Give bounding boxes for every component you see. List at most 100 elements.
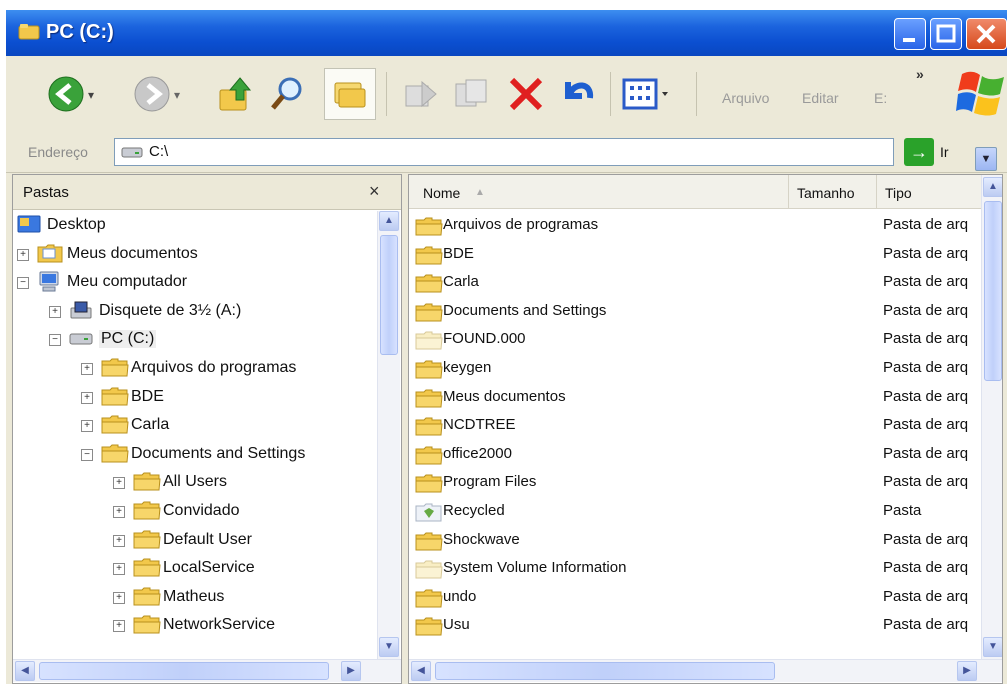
close-button[interactable]	[966, 18, 1007, 50]
standard-toolbar: ▾ ▾ Arquivo Editar E: »	[6, 56, 1007, 133]
scroll-thumb[interactable]	[380, 235, 398, 355]
explorer-window: PC (C:) ▾ ▾ Arquivo Editar E: » Endereço…	[6, 10, 1007, 684]
address-dropdown-button[interactable]: ▼	[975, 147, 997, 171]
minimize-button[interactable]	[894, 18, 926, 50]
go-label[interactable]: Ir	[940, 144, 949, 160]
delete-button[interactable]	[506, 74, 546, 114]
tree-item[interactable]: Desktop	[13, 211, 377, 239]
column-header-size[interactable]: Tamanho	[789, 175, 877, 209]
tree-item[interactable]: + Carla	[13, 411, 377, 439]
go-button[interactable]: →	[904, 138, 934, 166]
folder-icon	[415, 302, 443, 322]
copy-to-button[interactable]	[452, 74, 492, 114]
expand-icon[interactable]: +	[81, 363, 93, 375]
tree-item[interactable]: − Documents and Settings	[13, 440, 377, 468]
scroll-down-button[interactable]: ▼	[379, 637, 399, 657]
scroll-up-button[interactable]: ▲	[983, 177, 1002, 197]
column-header-name[interactable]: Nome ▲	[409, 175, 789, 209]
tree-item[interactable]: + BDE	[13, 383, 377, 411]
menu-overflow-chevron[interactable]: »	[916, 66, 924, 82]
tree-item[interactable]: − Meu computador	[13, 268, 377, 296]
tree-item[interactable]: + NetworkService	[13, 611, 377, 639]
forward-button[interactable]	[132, 74, 172, 114]
file-row[interactable]: undo Pasta de arq	[409, 583, 979, 611]
file-row[interactable]: keygen Pasta de arq	[409, 354, 979, 382]
scroll-right-button[interactable]: ▶	[341, 661, 361, 681]
file-row[interactable]: Recycled Pasta	[409, 497, 979, 525]
horizontal-scroll-thumb[interactable]	[39, 662, 329, 680]
file-row[interactable]: Carla Pasta de arq	[409, 268, 979, 296]
file-type: Pasta de arq	[883, 244, 969, 262]
expand-icon[interactable]: +	[17, 248, 29, 261]
tree-item[interactable]: + Matheus	[13, 583, 377, 611]
menu-editar[interactable]: Editar	[802, 90, 839, 106]
folders-button[interactable]	[324, 68, 376, 120]
collapse-icon[interactable]: −	[49, 334, 61, 347]
tree-item[interactable]: + Disquete de 3½ (A:)	[13, 297, 377, 325]
expand-icon[interactable]: +	[49, 305, 61, 318]
expand-icon[interactable]: +	[113, 591, 125, 604]
expand-icon[interactable]: +	[113, 506, 125, 518]
file-row[interactable]: BDE Pasta de arq	[409, 240, 979, 268]
folders-pane-close-button[interactable]: ×	[369, 181, 380, 202]
tree-item[interactable]: + Default User	[13, 526, 377, 554]
menu-exibir[interactable]: E:	[874, 90, 887, 106]
scroll-up-button[interactable]: ▲	[379, 211, 399, 231]
search-button[interactable]	[268, 74, 308, 114]
file-type: Pasta de arq	[883, 616, 969, 634]
file-type: Pasta de arq	[883, 473, 969, 491]
file-row[interactable]: Meus documentos Pasta de arq	[409, 383, 979, 411]
scroll-thumb[interactable]	[984, 201, 1002, 381]
tree-item[interactable]: + Convidado	[13, 497, 377, 525]
expand-icon[interactable]: +	[113, 534, 125, 547]
undo-button[interactable]	[558, 74, 598, 114]
back-dropdown[interactable]: ▾	[88, 88, 102, 128]
column-header-type[interactable]: Tipo	[877, 175, 983, 209]
file-type: Pasta de arq	[883, 387, 969, 405]
tree-item[interactable]: + Arquivos do programas	[13, 354, 377, 382]
address-value: C:\	[149, 143, 169, 160]
up-folder-button[interactable]	[216, 74, 256, 114]
expand-icon[interactable]: +	[113, 477, 125, 490]
address-input[interactable]: C:\ ▼	[114, 138, 997, 171]
file-type: Pasta de arq	[883, 416, 969, 434]
folders-horizontal-scrollbar[interactable]: ◀ ▶	[13, 659, 401, 682]
title-bar[interactable]: PC (C:)	[6, 10, 1007, 56]
file-row[interactable]: Program Files Pasta de arq	[409, 468, 979, 496]
expand-icon[interactable]: +	[81, 420, 93, 433]
folder-icon	[415, 616, 443, 636]
scroll-left-button[interactable]: ◀	[411, 661, 431, 681]
file-row[interactable]: System Volume Information Pasta de arq	[409, 554, 979, 582]
file-row[interactable]: Documents and Settings Pasta de arq	[409, 297, 979, 325]
tree-item[interactable]: + Meus documentos	[13, 240, 377, 268]
files-vertical-scrollbar[interactable]: ▲ ▼	[981, 175, 1002, 659]
expand-icon[interactable]: +	[113, 563, 125, 576]
scroll-left-button[interactable]: ◀	[15, 661, 35, 681]
tree-item-label: Convidado	[163, 502, 240, 519]
tree-item[interactable]: − PC (C:)	[13, 325, 377, 353]
file-row[interactable]: Arquivos de programas Pasta de arq	[409, 211, 979, 239]
expand-icon[interactable]: +	[113, 620, 125, 633]
files-horizontal-scrollbar[interactable]: ◀ ▶	[409, 659, 1002, 682]
collapse-icon[interactable]: −	[17, 277, 29, 290]
menu-arquivo[interactable]: Arquivo	[722, 90, 769, 106]
file-row[interactable]: Usu Pasta de arq	[409, 611, 979, 639]
expand-icon[interactable]: +	[81, 391, 93, 404]
file-row[interactable]: NCDTREE Pasta de arq	[409, 411, 979, 439]
back-button[interactable]	[46, 74, 86, 114]
file-row[interactable]: Shockwave Pasta de arq	[409, 526, 979, 554]
scroll-right-button[interactable]: ▶	[957, 661, 977, 681]
folders-vertical-scrollbar[interactable]: ▲ ▼	[377, 211, 400, 659]
tree-item[interactable]: + All Users	[13, 468, 377, 496]
forward-dropdown[interactable]: ▾	[174, 88, 188, 128]
horizontal-scroll-thumb[interactable]	[435, 662, 775, 680]
tree-item[interactable]: + LocalService	[13, 554, 377, 582]
collapse-icon[interactable]: −	[81, 448, 93, 461]
file-row[interactable]: office2000 Pasta de arq	[409, 440, 979, 468]
maximize-button[interactable]	[930, 18, 962, 50]
my-documents-icon	[37, 243, 63, 263]
move-to-button[interactable]	[402, 74, 442, 114]
scroll-down-button[interactable]: ▼	[983, 637, 1002, 657]
file-row[interactable]: FOUND.000 Pasta de arq	[409, 325, 979, 353]
views-button[interactable]	[622, 74, 674, 114]
